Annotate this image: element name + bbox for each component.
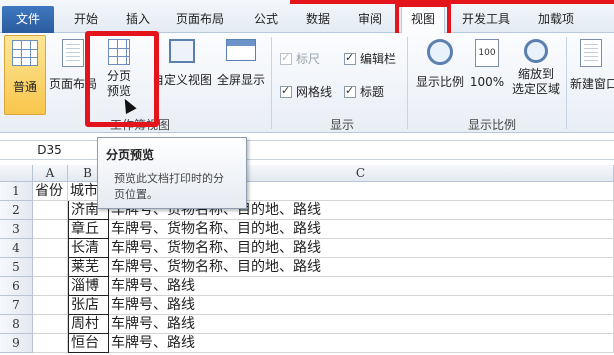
row-header[interactable]: 2	[0, 201, 33, 220]
ruler-check-icon	[280, 51, 292, 65]
cell-b[interactable]: 张店	[68, 296, 109, 315]
custom-views-label: 自定义视图	[151, 73, 212, 87]
cell-c[interactable]: 车牌号、路线	[109, 277, 614, 296]
row-header[interactable]: 9	[0, 334, 33, 353]
name-box[interactable]: D35	[0, 141, 100, 160]
normal-view-label: 普通	[12, 80, 37, 94]
row-header[interactable]: 6	[0, 277, 33, 296]
headings-check-icon	[344, 84, 356, 98]
zoom-to-selection-label-2: 选定区域	[511, 82, 560, 96]
normal-view-button[interactable]: 普通	[4, 35, 46, 115]
zoom-label: 显示比例	[415, 75, 464, 89]
zoom-100-button[interactable]: 100 100%	[468, 39, 506, 90]
formula-bar-checkbox[interactable]: 编辑栏	[344, 50, 396, 67]
new-window-button[interactable]: 新建窗口	[570, 39, 614, 92]
formula-bar: D35	[0, 140, 614, 160]
cell-a[interactable]: 省份	[33, 182, 68, 201]
ruler-checkbox[interactable]: 标尺	[280, 50, 320, 67]
gridlines-check-icon	[280, 84, 292, 98]
cell-c[interactable]: 车牌号、货物名称、目的地、路线	[109, 239, 614, 258]
row-header[interactable]: 4	[0, 239, 33, 258]
page-break-preview-highlight	[85, 31, 159, 127]
formula-bar-label: 编辑栏	[360, 52, 397, 66]
zoom-to-selection-button[interactable]: 缩放到 选定区域	[506, 39, 566, 97]
zoom-group-label: 显示比例	[467, 118, 516, 132]
tooltip-title: 分页预览	[106, 148, 155, 162]
row-header[interactable]: 5	[0, 258, 33, 277]
show-group-label: 显示	[329, 118, 354, 132]
cell-a[interactable]	[33, 315, 68, 334]
cell-b[interactable]: 莱芜	[68, 258, 109, 277]
cell-a[interactable]	[33, 239, 68, 258]
cell-c[interactable]: 车牌号、路线	[109, 296, 614, 315]
cell-b[interactable]: 周村	[68, 315, 109, 334]
red-annotation-bar	[290, 0, 614, 4]
cell-a[interactable]	[33, 258, 68, 277]
cell-c[interactable]: 车牌号、路线	[109, 315, 614, 334]
page-break-preview-tooltip: 分页预览 预览此文档打印时的分 页位置。	[97, 137, 247, 209]
tab-file[interactable]: 文件	[2, 6, 54, 33]
gridlines-checkbox[interactable]: 网格线	[280, 83, 332, 100]
column-header-a[interactable]: A	[33, 165, 68, 182]
worksheet-grid: A B C 1 省份 城市 2 济南 车牌号、货物名称、目的地、路线 3 章丘 车牌号、货物名称…	[0, 165, 614, 355]
tab-formulas[interactable]: 公式	[248, 6, 284, 33]
cell-a[interactable]	[33, 201, 68, 220]
cell-b[interactable]: 长清	[68, 239, 109, 258]
row-header[interactable]: 1	[0, 182, 33, 201]
page-layout-icon	[62, 39, 84, 67]
tab-developer[interactable]: 开发工具	[456, 6, 516, 33]
gridlines-label: 网格线	[296, 85, 333, 99]
tooltip-body-2: 页位置。	[114, 188, 158, 201]
select-all-corner[interactable]	[0, 165, 33, 182]
row-header[interactable]: 8	[0, 315, 33, 334]
zoom-100-label: 100%	[469, 75, 505, 89]
tab-review[interactable]: 审阅	[352, 6, 388, 33]
tab-insert[interactable]: 插入	[120, 6, 156, 33]
zoom-button[interactable]: 显示比例	[412, 39, 468, 90]
ribbon-tab-bar: 文件 开始 插入 页面布局 公式 数据 审阅 视图 开发工具 加载项	[0, 0, 614, 41]
cell-a[interactable]	[33, 334, 68, 353]
zoom-to-selection-label-1: 缩放到	[517, 67, 554, 81]
group-separator	[271, 37, 272, 129]
tooltip-body-1: 预览此文档打印时的分	[114, 172, 224, 185]
cell-b[interactable]: 恒台	[68, 334, 109, 353]
new-window-label: 新建窗口	[570, 77, 614, 91]
group-separator	[566, 37, 567, 129]
cell-b[interactable]: 淄博	[68, 277, 109, 296]
full-screen-label: 全屏显示	[216, 73, 265, 87]
full-screen-icon	[226, 39, 256, 61]
magnifier-icon	[427, 39, 453, 65]
cell-a[interactable]	[33, 277, 68, 296]
cell-c[interactable]: 车牌号、路线	[109, 334, 614, 353]
custom-views-button[interactable]: 自定义视图	[150, 39, 214, 88]
tab-page-layout[interactable]: 页面布局	[170, 6, 230, 33]
headings-label: 标题	[360, 85, 385, 99]
group-separator	[407, 37, 408, 129]
tab-home[interactable]: 开始	[68, 6, 104, 33]
zoom-selection-icon	[524, 39, 548, 63]
zoom-100-icon: 100	[475, 39, 499, 67]
new-window-icon	[580, 39, 602, 67]
cell-b[interactable]: 章丘	[68, 220, 109, 239]
cell-a[interactable]	[33, 220, 68, 239]
full-screen-button[interactable]: 全屏显示	[214, 39, 268, 88]
ruler-label: 标尺	[296, 52, 321, 66]
cell-c[interactable]: 车牌号、货物名称、目的地、路线	[109, 220, 614, 239]
headings-checkbox[interactable]: 标题	[344, 83, 384, 100]
tab-data[interactable]: 数据	[300, 6, 336, 33]
row-header[interactable]: 3	[0, 220, 33, 239]
custom-views-icon	[169, 39, 195, 63]
normal-view-icon	[12, 40, 38, 66]
tab-add-ins[interactable]: 加载项	[532, 6, 580, 33]
row-header[interactable]: 7	[0, 296, 33, 315]
cell-a[interactable]	[33, 296, 68, 315]
cell-c[interactable]: 车牌号、货物名称、目的地、路线	[109, 258, 614, 277]
formula-bar-check-icon	[344, 51, 356, 65]
